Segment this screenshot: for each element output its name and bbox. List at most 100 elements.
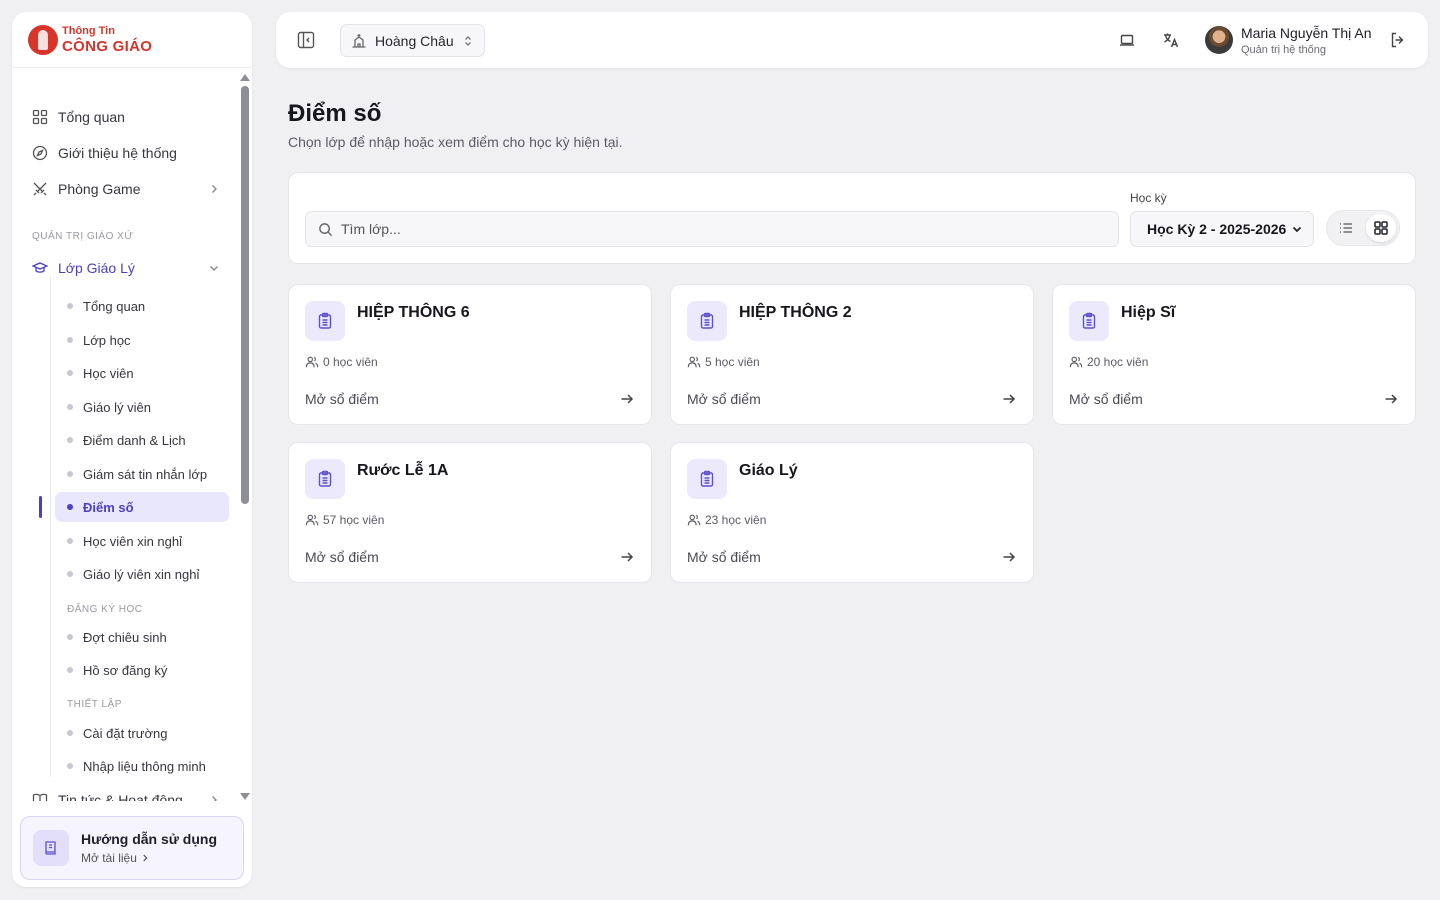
sidebar-item-game-room[interactable]: Phòng Game: [32, 175, 220, 203]
term-select-value: Học Kỳ 2 - 2025-2026: [1147, 221, 1287, 237]
scroll-thumb[interactable]: [241, 86, 249, 504]
arrow-right-icon[interactable]: [1001, 549, 1017, 565]
avatar[interactable]: [1205, 26, 1233, 54]
search-icon: [318, 222, 333, 237]
bullet-icon: [67, 538, 73, 544]
sidebar-item-label: Tin tức & Hoạt động: [58, 792, 183, 801]
sub-item-label: Điểm số: [83, 499, 134, 515]
open-gradebook-link[interactable]: Mở sổ điểm: [305, 549, 379, 565]
logo[interactable]: Thông Tin CÔNG GIÁO: [12, 12, 252, 68]
sidebar-toggle-icon[interactable]: [296, 30, 316, 50]
logo-line1: Thông Tin: [62, 24, 115, 37]
class-card[interactable]: HIỆP THÔNG 2 5 học viên Mở sổ điểm: [670, 284, 1034, 425]
arrow-right-icon[interactable]: [1383, 391, 1399, 407]
sub-item-school-settings[interactable]: Cài đặt trường: [55, 718, 229, 748]
sub-item-catechist-leave[interactable]: Giáo lý viên xin nghỉ: [55, 559, 229, 589]
open-gradebook-link[interactable]: Mở sổ điểm: [305, 391, 379, 407]
sub-item-smart-import[interactable]: Nhập liệu thông minh: [55, 751, 229, 781]
class-search[interactable]: [305, 211, 1119, 247]
bullet-icon: [67, 504, 73, 510]
list-view-button[interactable]: [1331, 214, 1361, 242]
student-count: 20 học viên: [1069, 355, 1148, 369]
scroll-up-arrow-icon[interactable]: [240, 74, 250, 81]
sub-item-classes[interactable]: Lớp học: [55, 325, 229, 355]
tree-line: [50, 277, 51, 777]
sub-item-label: Học viên: [83, 365, 134, 381]
logo-icon: [28, 24, 58, 55]
open-gradebook-link[interactable]: Mở sổ điểm: [1069, 391, 1143, 407]
class-card[interactable]: Giáo Lý 23 học viên Mở sổ điểm: [670, 442, 1034, 583]
guide-link-label: Mở tài liệu: [81, 851, 137, 865]
student-count-label: 5 học viên: [705, 355, 760, 369]
class-name: Hiệp Sĩ: [1121, 304, 1176, 321]
swords-icon: [32, 181, 48, 197]
guide-text: Hướng dẫn sử dụng Mở tài liệu: [81, 831, 217, 865]
arrow-right-icon[interactable]: [1001, 391, 1017, 407]
sub-item-enrollment-round[interactable]: Đợt chiêu sinh: [55, 622, 229, 652]
sidebar-scrollbar[interactable]: [240, 74, 252, 804]
sub-item-attendance[interactable]: Điểm danh & Lịch: [55, 425, 229, 455]
class-card[interactable]: HIỆP THÔNG 6 0 học viên Mở sổ điểm: [288, 284, 652, 425]
term-label: Học kỳ: [1130, 191, 1167, 205]
logo-line2: CÔNG GIÁO: [62, 37, 153, 55]
grid-icon: [32, 109, 48, 125]
user-guide-card[interactable]: Hướng dẫn sử dụng Mở tài liệu: [20, 816, 244, 880]
bullet-icon: [67, 303, 73, 309]
parish-select[interactable]: Hoàng Châu: [340, 24, 485, 57]
sub-item-student-leave[interactable]: Học viên xin nghỉ: [55, 526, 229, 556]
sidebar-group-catechism[interactable]: Lớp Giáo Lý: [32, 254, 220, 282]
student-count-label: 0 học viên: [323, 355, 378, 369]
language-icon[interactable]: [1161, 30, 1181, 50]
sub-item-label: Cài đặt trường: [83, 725, 168, 741]
sub-item-catechists[interactable]: Giáo lý viên: [55, 392, 229, 422]
student-count-label: 57 học viên: [323, 513, 385, 527]
sub-item-label: Nhập liệu thông minh: [83, 758, 206, 774]
student-count: 57 học viên: [305, 513, 384, 527]
open-gradebook-link[interactable]: Mở sổ điểm: [687, 549, 761, 565]
chevron-up-down-icon: [462, 35, 474, 47]
section-label-setup: THIẾT LẬP: [67, 699, 122, 710]
laptop-icon[interactable]: [1117, 30, 1137, 50]
user-name: Maria Nguyễn Thị An: [1241, 25, 1372, 41]
bullet-icon: [67, 634, 73, 640]
chevron-right-icon: [143, 854, 148, 862]
arrow-right-icon[interactable]: [619, 391, 635, 407]
sidebar-item-overview[interactable]: Tổng quan: [32, 103, 220, 131]
term-select[interactable]: Học Kỳ 2 - 2025-2026: [1130, 211, 1314, 247]
guide-link[interactable]: Mở tài liệu: [81, 851, 217, 865]
class-card[interactable]: Rước Lễ 1A 57 học viên Mở sổ điểm: [288, 442, 652, 583]
chevron-down-icon: [1291, 223, 1303, 235]
sub-item-label: Giáo lý viên xin nghỉ: [83, 566, 200, 582]
sub-item-overview[interactable]: Tổng quan: [55, 291, 229, 321]
sub-item-label: Hồ sơ đăng ký: [83, 662, 168, 678]
search-input[interactable]: [341, 221, 1101, 237]
arrow-right-icon[interactable]: [619, 549, 635, 565]
sub-item-message-monitor[interactable]: Giám sát tin nhắn lớp: [55, 459, 229, 489]
chevron-right-icon: [208, 794, 220, 801]
sidebar-item-label: Tổng quan: [58, 109, 125, 125]
class-name: Rước Lễ 1A: [357, 462, 449, 479]
logo-text: Thông Tin CÔNG GIÁO: [62, 24, 153, 55]
clipboard-icon: [687, 301, 727, 341]
sub-item-label: Tổng quan: [83, 298, 146, 314]
view-toggle: [1326, 210, 1400, 246]
class-card[interactable]: Hiệp Sĩ 20 học viên Mở sổ điểm: [1052, 284, 1416, 425]
sub-item-applications[interactable]: Hồ sơ đăng ký: [55, 655, 229, 685]
sub-item-label: Điểm danh & Lịch: [83, 432, 186, 448]
sub-item-students[interactable]: Học viên: [55, 358, 229, 388]
sub-item-label: Giám sát tin nhắn lớp: [83, 466, 208, 482]
users-icon: [305, 513, 319, 527]
sub-item-label: Đợt chiêu sinh: [83, 629, 167, 645]
sidebar-item-news[interactable]: Tin tức & Hoạt động: [32, 786, 220, 801]
logout-icon[interactable]: [1388, 30, 1408, 50]
open-gradebook-link[interactable]: Mở sổ điểm: [687, 391, 761, 407]
grid-view-button[interactable]: [1366, 214, 1396, 242]
sub-item-label: Học viên xin nghỉ: [83, 533, 182, 549]
clipboard-icon: [305, 301, 345, 341]
top-header: Hoàng Châu Maria Nguyễn Thị An Quản trị …: [276, 12, 1428, 68]
bullet-icon: [67, 763, 73, 769]
sidebar-item-intro[interactable]: Giới thiệu hệ thống: [32, 139, 220, 167]
scroll-down-arrow-icon[interactable]: [240, 793, 250, 800]
bullet-icon: [67, 370, 73, 376]
sub-item-grades[interactable]: Điểm số: [55, 492, 229, 522]
